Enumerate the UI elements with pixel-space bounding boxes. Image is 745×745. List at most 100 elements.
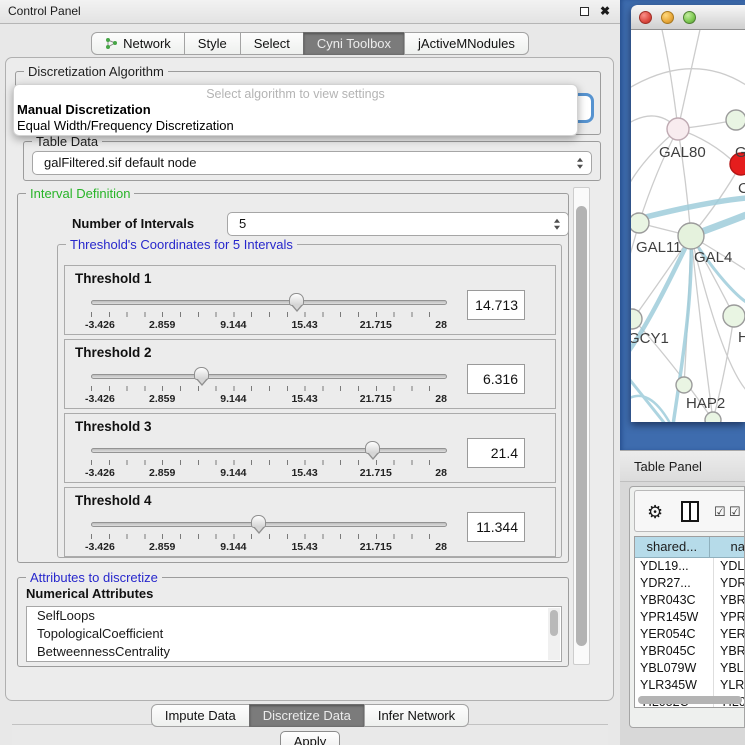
slider-track[interactable] xyxy=(91,374,447,379)
tab-discretize-data[interactable]: Discretize Data xyxy=(249,704,365,727)
table-row[interactable]: YDR27... YDR2 xyxy=(635,575,745,592)
column-header-name[interactable]: na xyxy=(710,537,745,557)
node-label: G xyxy=(735,144,745,161)
threshold-value-input[interactable] xyxy=(467,364,525,394)
table-row[interactable]: YPR145W YPR1 xyxy=(635,609,745,626)
slider-track[interactable] xyxy=(91,522,447,527)
table-row[interactable]: YLR345W YLR3 xyxy=(635,677,745,694)
gear-icon[interactable]: ⚙ xyxy=(647,499,663,525)
close-icon[interactable]: ✖ xyxy=(600,4,610,18)
tab-select[interactable]: Select xyxy=(240,32,304,55)
table-row[interactable]: YDL19... YDL1 xyxy=(635,558,745,575)
network-node-gal4[interactable] xyxy=(678,223,704,249)
table-panel-inner: ⚙ ☑ ☑ shared... na YDL19... YDL1 YDR27..… xyxy=(629,486,745,728)
threshold-label: Threshold 4 xyxy=(75,493,152,508)
threshold-slider[interactable]: -3.426 2.859 9.144 15.43 21.715 28 xyxy=(91,366,447,406)
minimize-traffic-light-icon[interactable] xyxy=(661,11,674,24)
scrollbar-thumb[interactable] xyxy=(638,696,742,704)
threshold-value-input[interactable] xyxy=(467,512,525,542)
network-node[interactable] xyxy=(667,118,689,140)
threshold-slider[interactable]: -3.426 2.859 9.144 15.43 21.715 28 xyxy=(91,514,447,554)
table-row[interactable]: YBL079W YBL0 xyxy=(635,660,745,677)
slider-track[interactable] xyxy=(91,448,447,453)
numerical-attributes-list[interactable]: SelfLoops TopologicalCoefficient Between… xyxy=(26,606,562,662)
cell: YDL19... xyxy=(635,558,714,575)
thresholds-group: Threshold's Coordinates for 5 Intervals … xyxy=(57,244,562,558)
table-header-row: shared... na xyxy=(635,537,745,558)
network-labels: GAL80 G C GAL11 GAL4 GCY1 H HAP2 xyxy=(631,144,745,412)
network-node[interactable] xyxy=(726,110,745,130)
dropdown-option-equal-width[interactable]: Equal Width/Frequency Discretization xyxy=(17,118,234,133)
table-row[interactable]: YBR045C YBR0 xyxy=(635,643,745,660)
slider-track[interactable] xyxy=(91,300,447,305)
right-column: GAL80 G C GAL11 GAL4 GCY1 H HAP2 Table P… xyxy=(620,0,745,745)
network-window-titlebar[interactable] xyxy=(631,5,745,30)
node-label: H xyxy=(738,329,745,346)
slider-thumb[interactable] xyxy=(289,293,304,306)
slider-thumb[interactable] xyxy=(251,515,266,528)
network-node[interactable] xyxy=(676,377,692,393)
table-row[interactable]: YER054C YER0 xyxy=(635,626,745,643)
network-node[interactable] xyxy=(631,309,642,329)
tab-impute-data[interactable]: Impute Data xyxy=(151,704,250,727)
table-data-group: Table Data galFiltered.sif default node xyxy=(23,141,601,181)
table-data-combo[interactable]: galFiltered.sif default node xyxy=(32,151,592,175)
network-node[interactable] xyxy=(631,213,649,233)
close-traffic-light-icon[interactable] xyxy=(639,11,652,24)
slider-thumb[interactable] xyxy=(365,441,380,454)
tick-label: -3.426 xyxy=(85,393,115,405)
cell: YBR045C xyxy=(635,643,714,660)
apply-button[interactable]: Apply xyxy=(280,731,340,745)
tab-infer-network[interactable]: Infer Network xyxy=(364,704,469,727)
split-columns-icon[interactable] xyxy=(681,501,699,522)
list-item[interactable]: TopologicalCoefficient xyxy=(27,625,561,643)
cell: YDL1 xyxy=(714,558,745,575)
horizontal-scrollbar[interactable] xyxy=(638,696,742,704)
list-item[interactable]: BetweennessCentrality xyxy=(27,643,561,661)
tab-jactivemnodules[interactable]: jActiveMNodules xyxy=(404,32,529,55)
node-label: GAL4 xyxy=(694,249,732,266)
network-node[interactable] xyxy=(723,305,745,327)
settings-scrollbar[interactable] xyxy=(573,187,590,665)
list-item[interactable]: SelfLoops xyxy=(27,607,561,625)
slider-tick-labels: -3.426 2.859 9.144 15.43 21.715 28 xyxy=(91,319,447,331)
tab-style[interactable]: Style xyxy=(184,32,241,55)
threshold-slider[interactable]: -3.426 2.859 9.144 15.43 21.715 28 xyxy=(91,292,447,332)
threshold-slider[interactable]: -3.426 2.859 9.144 15.43 21.715 28 xyxy=(91,440,447,480)
tick-label: 9.144 xyxy=(220,467,246,479)
algorithm-dropdown-popup: Select algorithm to view settings Manual… xyxy=(13,84,578,136)
slider-tick-labels: -3.426 2.859 9.144 15.43 21.715 28 xyxy=(91,467,447,479)
float-window-icon[interactable] xyxy=(580,7,589,16)
tick-label: 15.43 xyxy=(291,319,317,331)
table-row[interactable]: YBR043C YBR0 xyxy=(635,592,745,609)
list-scrollbar[interactable] xyxy=(548,608,560,660)
cell: YDR2 xyxy=(714,575,745,592)
threshold-value-input[interactable] xyxy=(467,290,525,320)
tick-label: 21.715 xyxy=(360,319,392,331)
slider-tick-labels: -3.426 2.859 9.144 15.43 21.715 28 xyxy=(91,393,447,405)
scrollbar-thumb[interactable] xyxy=(576,206,587,646)
slider-thumb[interactable] xyxy=(194,367,209,380)
number-of-intervals-combo[interactable]: 5 xyxy=(227,212,569,236)
checkbox-icon[interactable]: ☑ xyxy=(714,504,726,520)
group-title: Attributes to discretize xyxy=(26,570,162,585)
dropdown-option-manual[interactable]: Manual Discretization xyxy=(17,102,151,117)
threshold-label: Threshold 2 xyxy=(75,345,152,360)
network-view-window[interactable]: GAL80 G C GAL11 GAL4 GCY1 H HAP2 xyxy=(631,5,745,422)
tab-network[interactable]: Network xyxy=(91,32,185,55)
threshold-value-input[interactable] xyxy=(467,438,525,468)
scrollbar-thumb[interactable] xyxy=(550,610,558,636)
cell: YLR345W xyxy=(635,677,714,694)
checkbox-icon[interactable]: ☑ xyxy=(729,504,741,520)
table-panel-body: ⚙ ☑ ☑ shared... na YDL19... YDL1 YDR27..… xyxy=(620,482,745,745)
network-node[interactable] xyxy=(705,412,721,422)
cyni-toolbox-panel: Discretization Algorithm Table Data galF… xyxy=(5,57,614,701)
table-panel-header: Table Panel xyxy=(620,450,745,482)
cell: YBR043C xyxy=(635,592,714,609)
tab-label: Select xyxy=(254,33,290,54)
node-label: HAP2 xyxy=(686,395,725,412)
column-header-shared[interactable]: shared... xyxy=(635,537,710,557)
tab-cyni-toolbox[interactable]: Cyni Toolbox xyxy=(303,32,405,55)
network-canvas[interactable]: GAL80 G C GAL11 GAL4 GCY1 H HAP2 xyxy=(631,30,745,422)
zoom-traffic-light-icon[interactable] xyxy=(683,11,696,24)
